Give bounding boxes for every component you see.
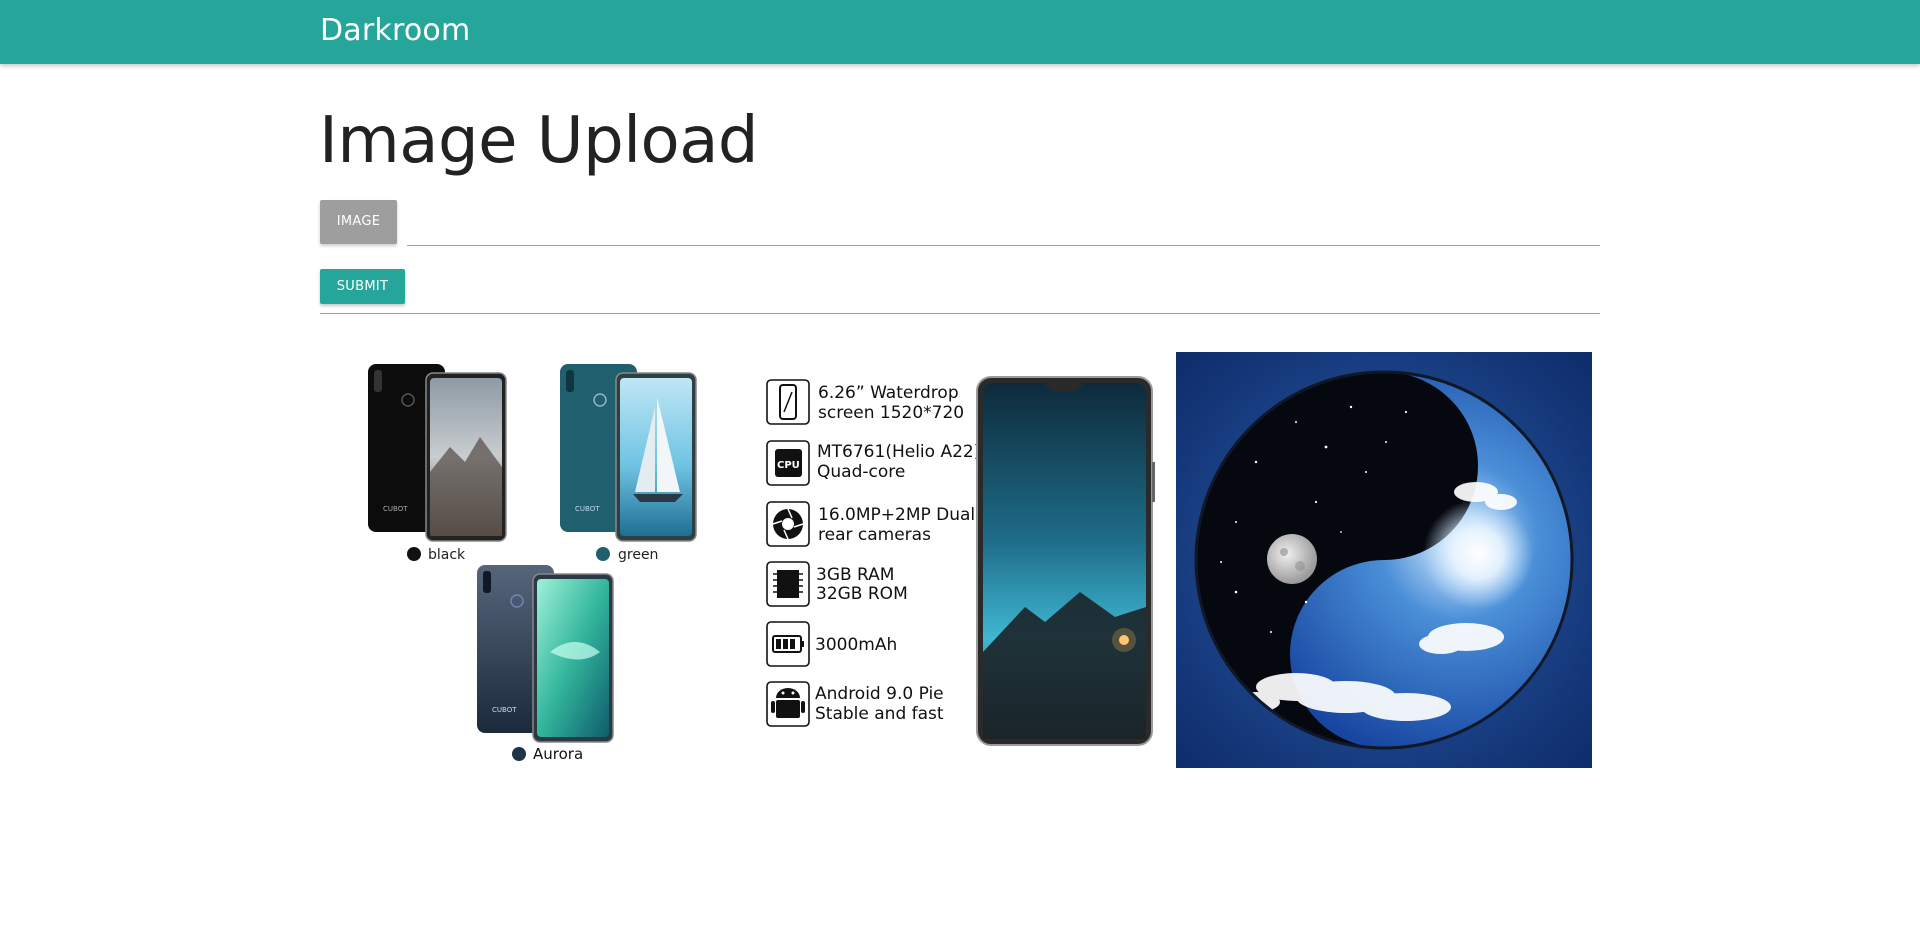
phone-large-front	[976, 376, 1155, 746]
spec-camera-line1: 16.0MP+2MP Dual	[818, 505, 975, 525]
divider	[320, 313, 1600, 314]
spec-memory-line2: 32GB ROM	[816, 584, 908, 604]
spec-battery-line1: 3000mAh	[815, 635, 897, 655]
cpu-icon: CPU	[766, 440, 810, 486]
phone-aurora-front	[532, 573, 614, 743]
top-navbar: Darkroom	[0, 0, 1920, 64]
memory-chip-icon	[766, 561, 810, 607]
uploaded-yinyang-image	[1176, 352, 1592, 768]
submit-button[interactable]: SUBMIT	[320, 269, 405, 304]
camera-aperture-icon	[766, 501, 810, 547]
page-title: Image Upload	[319, 104, 759, 178]
android-icon	[766, 681, 810, 727]
spec-os-line2: Stable and fast	[815, 704, 944, 724]
spec-cpu-line2: Quad-core	[817, 462, 905, 482]
color-swatch-black	[407, 547, 421, 561]
spec-cpu-line1: MT6761(Helio A22)	[817, 442, 980, 462]
brand-text-aurora: CUBOT	[492, 706, 517, 714]
brand-text-black: CUBOT	[383, 505, 408, 513]
spec-os-line1: Android 9.0 Pie	[815, 684, 944, 704]
brand-logo[interactable]: Darkroom	[320, 13, 470, 48]
spec-memory-line1: 3GB RAM	[816, 565, 894, 585]
color-swatch-aurora	[512, 747, 526, 761]
battery-icon	[766, 621, 810, 667]
screen-icon	[766, 379, 810, 425]
moon	[1267, 534, 1317, 584]
color-label-aurora: Aurora	[533, 745, 583, 763]
color-label-green: green	[618, 547, 658, 563]
image-file-button[interactable]: IMAGE	[320, 200, 397, 244]
brand-text-green: CUBOT	[575, 505, 600, 513]
color-label-black: black	[428, 547, 466, 563]
uploaded-product-image: CUBOT black CUBOT green CUBOT Aurora CPU…	[335, 352, 1163, 770]
phone-green-front	[615, 372, 697, 542]
spec-camera-line2: rear cameras	[818, 525, 931, 545]
sun	[1423, 499, 1533, 609]
cpu-icon-label: CPU	[777, 460, 800, 471]
file-path-input[interactable]	[407, 202, 1600, 246]
phone-black-front	[425, 372, 507, 542]
color-swatch-green	[596, 547, 610, 561]
spec-screen-line1: 6.26” Waterdrop	[818, 383, 959, 403]
spec-screen-line2: screen 1520*720	[818, 403, 964, 423]
